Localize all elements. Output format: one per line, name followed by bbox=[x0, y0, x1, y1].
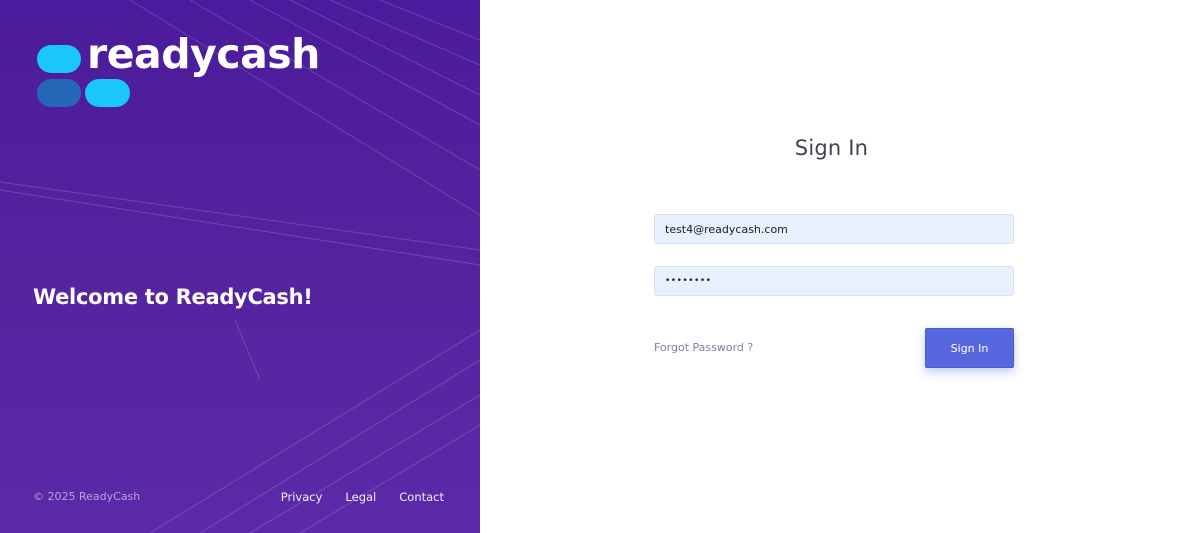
legal-link[interactable]: Legal bbox=[345, 490, 376, 504]
hero-footer: © 2025 ReadyCash Privacy Legal Contact bbox=[33, 490, 444, 506]
footer-links: Privacy Legal Contact bbox=[281, 490, 444, 504]
copyright-text: © 2025 ReadyCash bbox=[33, 490, 141, 503]
contact-link[interactable]: Contact bbox=[399, 490, 444, 504]
welcome-heading: Welcome to ReadyCash! bbox=[33, 285, 313, 309]
sign-in-button[interactable]: Sign In bbox=[925, 328, 1014, 368]
email-field[interactable] bbox=[654, 214, 1014, 244]
password-field[interactable] bbox=[654, 266, 1014, 296]
sign-in-panel: Sign In Forgot Password ? Sign In bbox=[480, 0, 1183, 533]
privacy-link[interactable]: Privacy bbox=[281, 490, 323, 504]
forgot-password-link[interactable]: Forgot Password ? bbox=[654, 341, 753, 354]
sign-in-title: Sign In bbox=[794, 136, 869, 160]
hero-panel: readycash Welcome to ReadyCash! © 2025 R… bbox=[0, 0, 480, 533]
logo-text: readycash bbox=[87, 30, 320, 78]
readycash-logo[interactable]: readycash bbox=[37, 34, 327, 110]
